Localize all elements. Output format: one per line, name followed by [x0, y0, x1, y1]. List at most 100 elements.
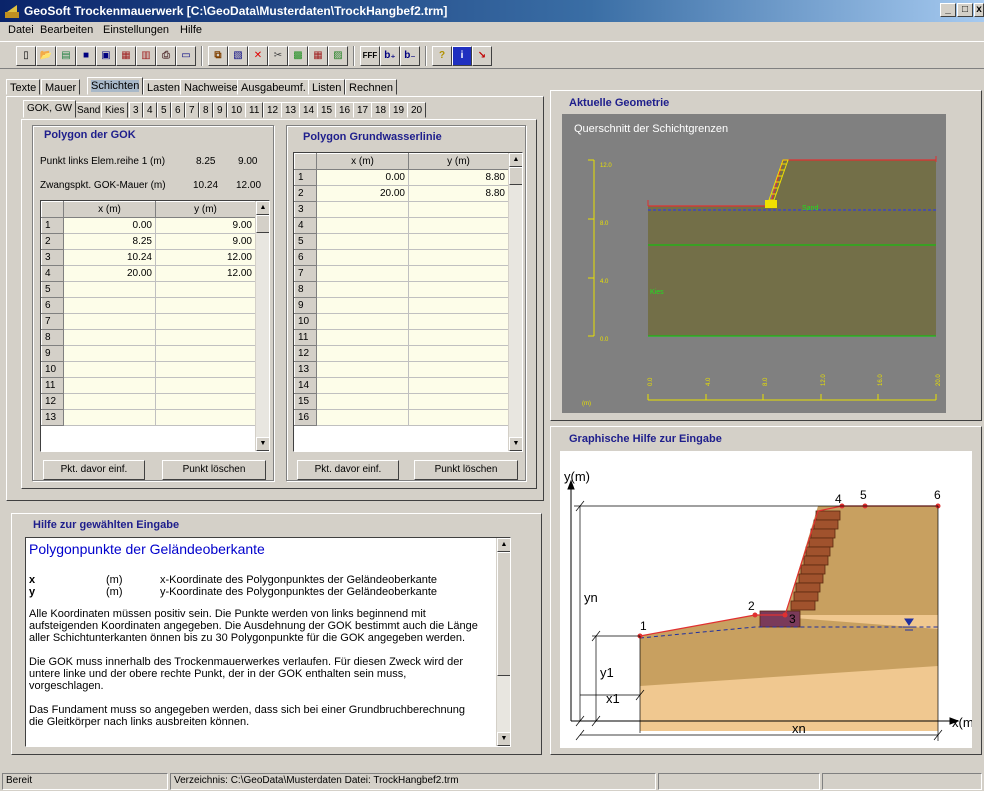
cell-y[interactable]	[155, 313, 256, 330]
cell-x[interactable]	[63, 329, 156, 346]
cell-y[interactable]	[155, 281, 256, 298]
table-row[interactable]: 4 20.00 12.00	[41, 265, 256, 282]
print-icon[interactable]: ⎙	[156, 46, 176, 66]
cell-y[interactable]	[408, 281, 509, 298]
info-icon[interactable]: i	[452, 46, 472, 66]
tab-rechnen[interactable]: Rechnen	[345, 79, 398, 95]
menu-einstellungen[interactable]: Einstellungen	[103, 24, 169, 36]
open-file-icon[interactable]: 📂	[36, 46, 56, 66]
cell-y[interactable]	[408, 233, 509, 250]
maximize-button[interactable]: □	[957, 3, 973, 17]
menu-datei[interactable]: Datei	[8, 24, 34, 36]
paste-icon[interactable]: ▧	[228, 46, 248, 66]
cell-y[interactable]	[408, 265, 509, 282]
cell-x[interactable]	[316, 409, 409, 426]
cell-y[interactable]: 12.00	[155, 265, 256, 282]
cut-icon[interactable]: ✂	[268, 46, 288, 66]
cell-x[interactable]	[316, 393, 409, 410]
table-row[interactable]: 3 10.24 12.00	[41, 249, 256, 266]
cell-y[interactable]	[408, 297, 509, 314]
cell-y[interactable]	[408, 249, 509, 266]
table-row[interactable]: 2 8.25 9.00	[41, 233, 256, 250]
layer-tab-10[interactable]: 10	[227, 102, 247, 118]
sub-b-plus-icon[interactable]: b₊	[380, 46, 400, 66]
copy-icon[interactable]: ⧉	[208, 46, 228, 66]
table-row[interactable]: 3	[294, 201, 509, 218]
cell-y[interactable]	[155, 377, 256, 394]
cell-x[interactable]: 10.24	[63, 249, 156, 266]
scroll-down-icon[interactable]: ▼	[256, 437, 269, 451]
cell-y[interactable]	[155, 409, 256, 426]
table-row[interactable]: 5	[294, 233, 509, 250]
tab-ausgabeumf[interactable]: Ausgabeumf.	[237, 79, 310, 95]
table-row[interactable]: 7	[294, 265, 509, 282]
layer-tab-14[interactable]: 14	[299, 102, 319, 118]
cell-y[interactable]: 8.80	[408, 169, 509, 186]
cell-x[interactable]	[63, 281, 156, 298]
font-icon[interactable]: FFF	[360, 46, 380, 66]
cell-y[interactable]	[155, 361, 256, 378]
cell-x[interactable]	[63, 377, 156, 394]
gw-delete-button[interactable]: Punkt löschen	[414, 460, 518, 480]
cell-x[interactable]	[316, 281, 409, 298]
cell-x[interactable]	[63, 313, 156, 330]
minimize-button[interactable]: _	[940, 3, 956, 17]
layer-tab-0[interactable]: GOK, GW	[23, 100, 76, 118]
table-row[interactable]: 9	[294, 297, 509, 314]
scroll-down-icon[interactable]: ▼	[509, 437, 522, 451]
scroll-thumb[interactable]	[256, 215, 269, 233]
gw-grid[interactable]: x (m) y (m) 1 0.00 8.80 2 20.00 8.80 3 4 5 6 7 8 9 10…	[293, 152, 523, 452]
export-icon[interactable]: ▥	[136, 46, 156, 66]
screen-icon[interactable]: ▭	[176, 46, 196, 66]
table-row[interactable]: 10	[41, 361, 256, 378]
cell-y[interactable]	[408, 329, 509, 346]
help-textbox[interactable]: Polygonpunkte der Geländeoberkante x (m)…	[25, 537, 511, 747]
table-row[interactable]: 12	[41, 393, 256, 410]
save-icon[interactable]: ■	[76, 46, 96, 66]
exit-icon[interactable]: ↘	[472, 46, 492, 66]
tab-texte[interactable]: Texte	[6, 79, 41, 95]
cell-x[interactable]	[316, 377, 409, 394]
layer-tab-8[interactable]: 8	[199, 102, 213, 118]
cell-x[interactable]	[316, 265, 409, 282]
delete-icon[interactable]: ✕	[248, 46, 268, 66]
layer-tab-3[interactable]: 3	[129, 102, 143, 118]
layer-tab-15[interactable]: 15	[317, 102, 337, 118]
cell-y[interactable]	[408, 201, 509, 218]
cell-y[interactable]: 9.00	[155, 233, 256, 250]
table-row[interactable]: 1 0.00 8.80	[294, 169, 509, 186]
tab-schichten[interactable]: Schichten	[87, 77, 144, 95]
table-row[interactable]: 13	[294, 361, 509, 378]
layer-tab-2[interactable]: Kies	[101, 102, 129, 118]
cell-x[interactable]	[316, 329, 409, 346]
table-row[interactable]: 7	[41, 313, 256, 330]
cell-y[interactable]	[155, 393, 256, 410]
print-preview-icon[interactable]: ▦	[116, 46, 136, 66]
tab-listen[interactable]: Listen	[308, 79, 346, 95]
cell-y[interactable]	[408, 217, 509, 234]
gw-insert-button[interactable]: Pkt. davor einf.	[297, 460, 399, 480]
cell-y[interactable]	[408, 345, 509, 362]
cell-x[interactable]	[316, 201, 409, 218]
scroll-down-icon[interactable]: ▼	[497, 732, 510, 746]
table-row[interactable]: 6	[41, 297, 256, 314]
layer-tab-7[interactable]: 7	[185, 102, 199, 118]
menu-hilfe[interactable]: Hilfe	[180, 24, 202, 36]
close-button[interactable]: x	[974, 3, 984, 17]
cell-y[interactable]	[155, 329, 256, 346]
cell-x[interactable]	[316, 249, 409, 266]
layer-tab-6[interactable]: 6	[171, 102, 185, 118]
table-row[interactable]: 2 20.00 8.80	[294, 185, 509, 202]
tab-lasten[interactable]: Lasten	[143, 79, 185, 95]
cell-x[interactable]	[63, 297, 156, 314]
cell-x[interactable]	[316, 313, 409, 330]
cell-x[interactable]	[63, 393, 156, 410]
layer-tab-13[interactable]: 13	[281, 102, 301, 118]
layer-tab-17[interactable]: 17	[353, 102, 373, 118]
gw-scrollbar[interactable]: ▲ ▼	[508, 153, 522, 451]
table-row[interactable]: 5	[41, 281, 256, 298]
table-row[interactable]: 11	[41, 377, 256, 394]
table-row[interactable]: 11	[294, 329, 509, 346]
layer-tab-19[interactable]: 19	[389, 102, 409, 118]
scroll-up-icon[interactable]: ▲	[497, 538, 510, 552]
